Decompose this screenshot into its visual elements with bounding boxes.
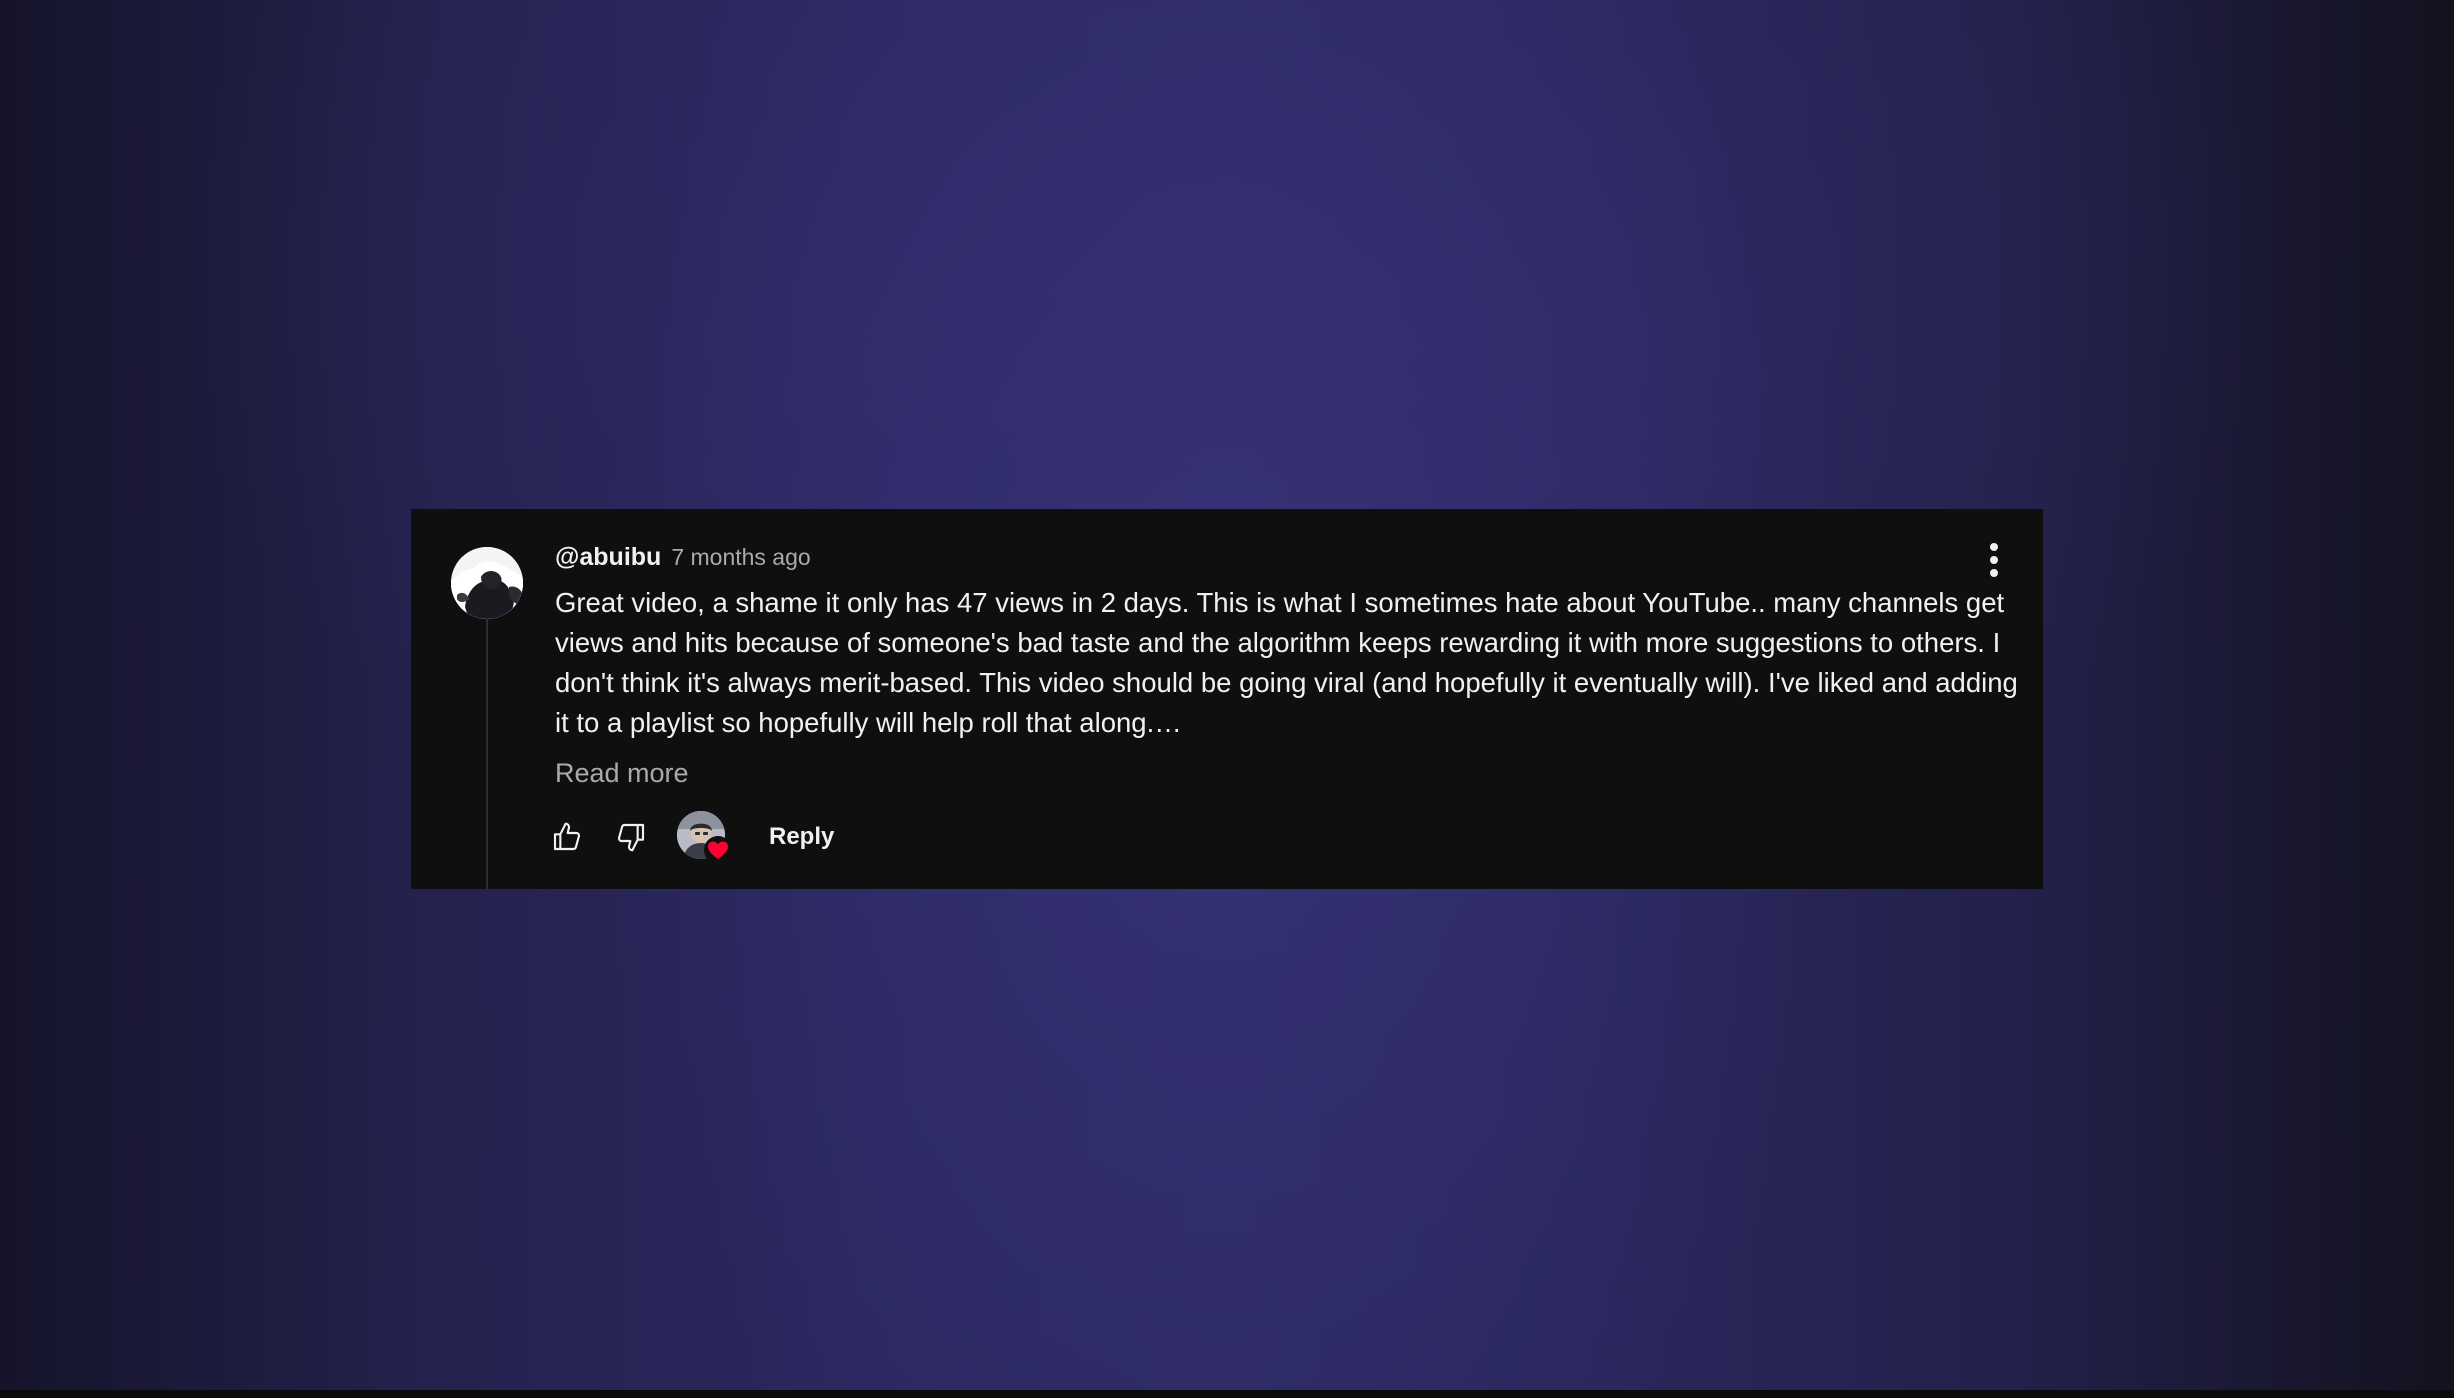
avatar-image: [451, 547, 523, 619]
more-vertical-icon: [1990, 543, 1998, 577]
reply-button[interactable]: Reply: [769, 809, 834, 865]
read-more-link[interactable]: Read more: [555, 753, 689, 793]
comment-header: @abuibu 7 months ago: [555, 543, 811, 583]
thread-line: [486, 619, 488, 889]
comment-text: Great video, a shame it only has 47 view…: [555, 587, 2018, 738]
like-button[interactable]: [539, 809, 595, 865]
comment-card: @abuibu 7 months ago Great video, a sham…: [411, 509, 2043, 889]
creator-heart-badge[interactable]: [677, 811, 732, 865]
thumbs-up-icon: [553, 822, 581, 851]
dislike-button[interactable]: [603, 809, 659, 865]
bottom-edge: [0, 1390, 2454, 1398]
thumbs-down-icon: [617, 823, 645, 852]
author-name[interactable]: @abuibu: [555, 543, 661, 572]
more-actions-button[interactable]: [1969, 535, 2019, 585]
author-avatar[interactable]: [451, 547, 523, 619]
comment-timestamp[interactable]: 7 months ago: [671, 544, 810, 571]
heart-icon: [704, 836, 732, 864]
comment-actions: Reply: [553, 809, 955, 865]
